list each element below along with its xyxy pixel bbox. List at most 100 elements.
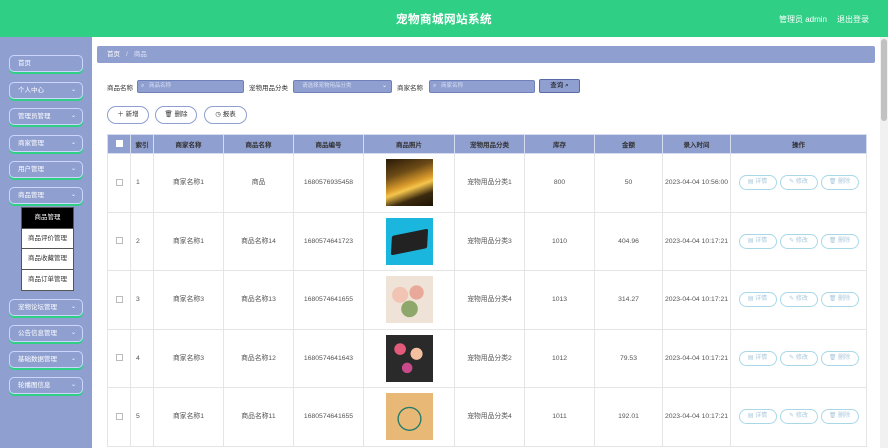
row-detail-button[interactable]: ▤ 详情 <box>738 175 777 191</box>
row-actions: ▤ 详情 ✎ 修改 🗑 删除 <box>731 175 866 191</box>
column-header: 商品名称 <box>223 134 294 154</box>
breadcrumb-home[interactable]: 首页 <box>107 51 120 58</box>
row-delete-label: 删除 <box>838 237 851 244</box>
query-button[interactable]: 查询 ⌕ <box>539 79 580 93</box>
row-delete-label: 删除 <box>838 296 851 303</box>
row-actions: ▤ 详情 ✎ 修改 🗑 删除 <box>731 350 866 366</box>
sidebar-item-0[interactable]: 首页 <box>9 55 83 72</box>
product-name-input[interactable]: ⌕ 商品名称 <box>137 80 244 93</box>
column-header: 商家名称 <box>153 134 224 154</box>
search-label-product-name: 商品名称 <box>107 85 133 92</box>
row-delete-button[interactable]: 🗑 删除 <box>820 409 859 425</box>
submenu-item-0[interactable]: 商品管理 <box>22 208 73 229</box>
row-actions-cell: ▤ 详情 ✎ 修改 🗑 删除 <box>730 328 867 388</box>
row-edit-label: 修改 <box>795 179 808 186</box>
column-header: 录入时间 <box>662 134 731 154</box>
row-detail-button[interactable]: ▤ 详情 <box>738 409 777 425</box>
sidebar-item-3[interactable]: 商家管理 ⌄ <box>9 135 83 152</box>
sidebar-item-7[interactable]: 公告信息管理 ⌄ <box>9 325 83 342</box>
laptop-keyboard-shape <box>390 228 428 256</box>
select-all-checkbox-cell[interactable] <box>107 134 131 154</box>
sidebar-item-label: 商家管理 <box>18 140 44 147</box>
table-header-row: 索引 商家名称 商品名称 商品编号 商品照片 宠物用品分类 库存 金额 录入时间 操作 <box>107 134 867 154</box>
cell-time: 2023-04-04 10:17:21 <box>662 387 731 447</box>
row-detail-label: 详情 <box>755 296 768 303</box>
category-placeholder: 请选择宠物用品分类 <box>302 83 352 89</box>
sidebar-item-9[interactable]: 轮播图信息 ⌄ <box>9 377 83 394</box>
pencil-icon: ✎ <box>789 413 796 420</box>
cell-time: 2023-04-04 10:17:21 <box>662 211 731 271</box>
row-detail-button[interactable]: ▤ 详情 <box>738 350 777 366</box>
row-actions-cell: ▤ 详情 ✎ 修改 🗑 删除 <box>730 211 867 271</box>
cell-stock: 1013 <box>524 270 595 330</box>
row-edit-label: 修改 <box>795 296 808 303</box>
breadcrumb-separator: / <box>126 51 128 58</box>
row-delete-label: 删除 <box>838 179 851 186</box>
chevron-down-icon: ⌄ <box>70 356 76 362</box>
table-row: 5 商家名称1 商品名称11 1680574641655 宠物用品分类4 1011 192.… <box>107 387 867 447</box>
submenu-item-1[interactable]: 商品评价管理 <box>22 229 73 249</box>
add-label: 新增 <box>125 111 139 118</box>
search-icon: ⌕ <box>433 83 437 89</box>
logout-link[interactable]: 退出登录 <box>837 14 869 25</box>
cell-price: 404.96 <box>594 211 663 271</box>
row-detail-button[interactable]: ▤ 详情 <box>738 292 777 308</box>
sidebar-item-1[interactable]: 个人中心 ⌄ <box>9 82 83 99</box>
cell-stock: 1012 <box>524 328 595 388</box>
product-photo <box>385 276 433 324</box>
submenu-item-2[interactable]: 商品收藏管理 <box>22 249 73 270</box>
cell-stock: 1011 <box>524 387 595 447</box>
row-checkbox-cell <box>107 153 131 213</box>
row-edit-button[interactable]: ✎ 修改 <box>779 292 818 308</box>
column-header: 商品编号 <box>293 134 364 154</box>
submenu-item-3[interactable]: 商品订单管理 <box>22 270 73 291</box>
row-checkbox[interactable] <box>115 178 123 186</box>
row-edit-button[interactable]: ✎ 修改 <box>779 409 818 425</box>
sidebar-item-8[interactable]: 基础数据管理 ⌄ <box>9 351 83 368</box>
add-button[interactable]: ＋ 新增 <box>107 106 149 124</box>
select-all-checkbox[interactable] <box>115 140 123 148</box>
row-edit-button[interactable]: ✎ 修改 <box>779 350 818 366</box>
product-photo <box>385 334 433 382</box>
cell-name: 商品名称13 <box>223 270 294 330</box>
cell-time: 2023-04-04 10:56:00 <box>662 153 731 213</box>
row-checkbox-cell <box>107 328 131 388</box>
cell-shop: 商家名称1 <box>153 387 224 447</box>
category-select[interactable]: 请选择宠物用品分类 ⌄ <box>293 80 392 93</box>
scroll-thumb[interactable] <box>881 39 887 121</box>
row-checkbox[interactable] <box>115 237 123 245</box>
row-delete-button[interactable]: 🗑 删除 <box>820 292 859 308</box>
row-delete-button[interactable]: 🗑 删除 <box>820 233 859 249</box>
row-edit-button[interactable]: ✎ 修改 <box>779 233 818 249</box>
cell-index: 5 <box>130 387 154 447</box>
shop-name-input[interactable]: ⌕ 商家名称 <box>429 80 535 93</box>
trash-icon: 🗑 <box>828 296 839 303</box>
row-checkbox[interactable] <box>115 412 123 420</box>
app-title: 宠物商城网站系统 <box>396 14 492 26</box>
sidebar-item-6[interactable]: 宠物论坛管理 ⌄ <box>9 299 83 316</box>
row-delete-button[interactable]: 🗑 删除 <box>820 350 859 366</box>
product-photo-cell <box>363 328 455 388</box>
breadcrumb: 首页 / 商品 <box>97 46 875 63</box>
sidebar-item-4[interactable]: 用户管理 ⌄ <box>9 161 83 178</box>
row-detail-label: 详情 <box>755 413 768 420</box>
table-row: 4 商家名称3 商品名称12 1680574641643 宠物用品分类2 1012 79.5… <box>107 328 867 388</box>
page-scrollbar[interactable] <box>880 37 888 448</box>
report-button[interactable]: ◷ 报表 <box>204 106 247 124</box>
sidebar-item-5[interactable]: 商品管理 ⌄ <box>9 187 83 204</box>
cell-time: 2023-04-04 10:17:21 <box>662 328 731 388</box>
trash-icon: 🗑 <box>828 237 839 244</box>
row-checkbox[interactable] <box>115 354 123 362</box>
row-detail-button[interactable]: ▤ 详情 <box>738 233 777 249</box>
delete-button[interactable]: 🗑 删除 <box>155 106 197 124</box>
search-label-category: 宠物用品分类 <box>249 85 288 92</box>
sidebar-item-2[interactable]: 管理员管理 ⌄ <box>9 108 83 125</box>
row-checkbox[interactable] <box>115 295 123 303</box>
row-edit-button[interactable]: ✎ 修改 <box>779 175 818 191</box>
row-detail-label: 详情 <box>755 354 768 361</box>
cell-code: 1680574641643 <box>293 328 364 388</box>
row-actions: ▤ 详情 ✎ 修改 🗑 删除 <box>731 292 866 308</box>
cell-code: 1680574641655 <box>293 387 364 447</box>
table-row: 2 商家名称1 商品名称14 1680574641723 宠物用品分类3 1010 404.… <box>107 211 867 271</box>
row-delete-button[interactable]: 🗑 删除 <box>820 175 859 191</box>
